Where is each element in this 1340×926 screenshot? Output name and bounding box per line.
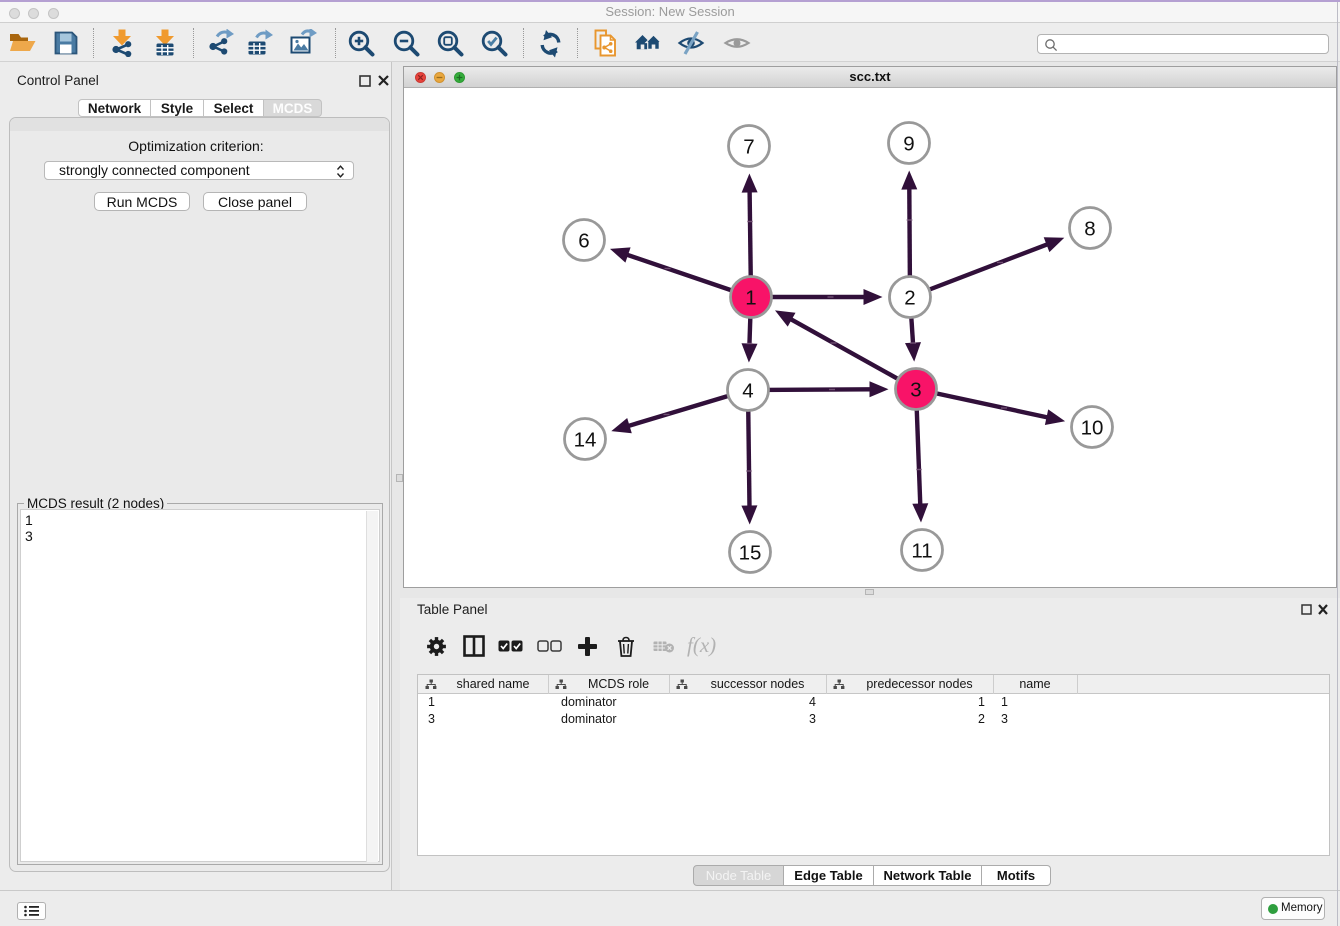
svg-text:4: 4 bbox=[742, 379, 753, 402]
svg-text:9: 9 bbox=[903, 132, 914, 155]
svg-text:14: 14 bbox=[574, 428, 597, 451]
svg-text:1: 1 bbox=[745, 286, 756, 309]
svg-text:10: 10 bbox=[1081, 416, 1104, 439]
svg-text:2: 2 bbox=[904, 286, 915, 309]
svg-text:11: 11 bbox=[911, 539, 932, 562]
svg-text:15: 15 bbox=[739, 541, 762, 564]
svg-text:3: 3 bbox=[910, 378, 921, 401]
svg-text:8: 8 bbox=[1084, 217, 1095, 240]
svg-text:6: 6 bbox=[578, 229, 589, 252]
svg-text:7: 7 bbox=[743, 135, 754, 158]
